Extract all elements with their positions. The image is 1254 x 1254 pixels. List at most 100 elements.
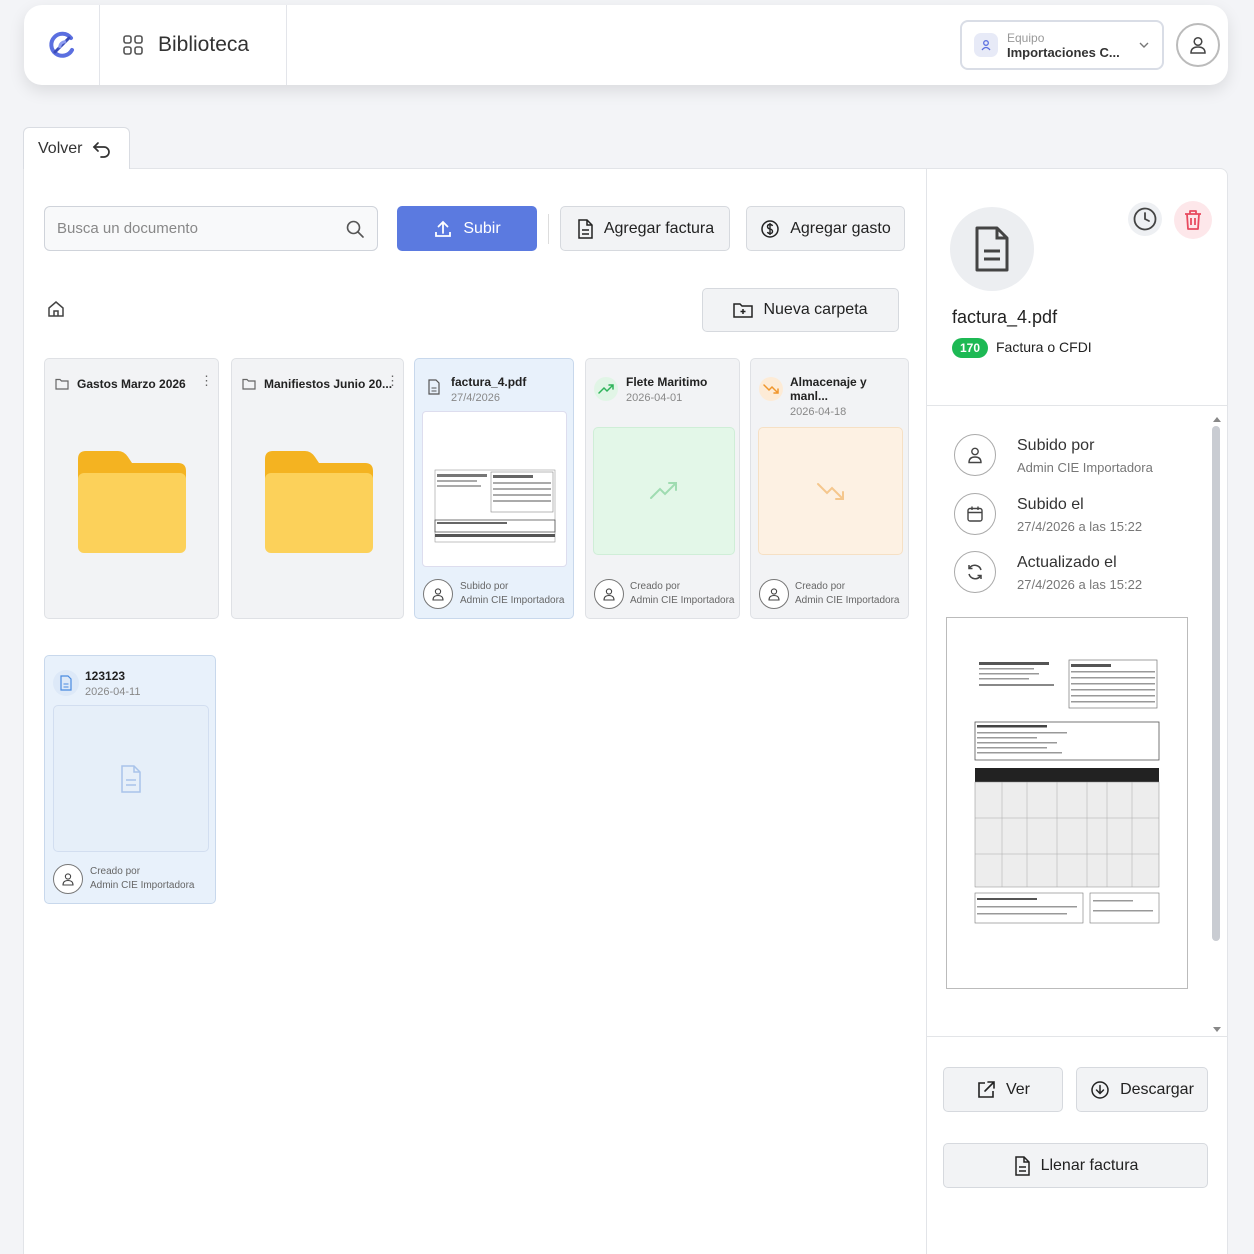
invoice-preview-icon <box>974 658 1160 924</box>
file-icon <box>60 675 72 691</box>
calendar-icon <box>967 506 983 522</box>
invoice-preview-icon <box>434 469 556 543</box>
meta-uploaded-on: Subido el 27/4/2026 a las 15:22 <box>954 493 1142 535</box>
document-name: Flete Maritimo <box>626 375 708 389</box>
user-icon <box>62 873 74 886</box>
trend-down-badge <box>759 377 783 401</box>
document-date: 27/4/2026 <box>451 392 500 404</box>
team-icon <box>974 33 998 57</box>
document-preview[interactable] <box>946 617 1188 989</box>
document-date: 2026-04-11 <box>85 686 141 698</box>
folder-card[interactable]: Manifiestos Junio 20... ⋮ <box>231 358 404 619</box>
document-card[interactable]: Flete Maritimo 2026-04-01 Creado por Adm… <box>585 358 740 619</box>
meta-label: Subido por <box>1017 437 1095 454</box>
search-input[interactable]: Busca un documento <box>44 206 378 251</box>
delete-button[interactable] <box>1174 201 1212 239</box>
add-expense-label: Agregar gasto <box>790 219 891 237</box>
uploaded-by-label: Subido por <box>460 581 509 592</box>
upload-button[interactable]: Subir <box>397 206 537 251</box>
more-options-icon[interactable]: ⋮ <box>200 373 213 389</box>
fill-invoice-label: Llenar factura <box>1040 1156 1139 1174</box>
meta-updated-on: Actualizado el 27/4/2026 a las 15:22 <box>954 551 1142 593</box>
status-badge: 170 <box>952 338 989 358</box>
created-by-name: Admin CIE Importadora <box>795 595 900 606</box>
page-title: Biblioteca <box>158 33 250 56</box>
file-icon <box>428 379 440 395</box>
back-label: Volver <box>38 139 83 157</box>
user-icon <box>432 588 444 601</box>
fill-invoice-button[interactable]: Llenar factura <box>943 1143 1208 1188</box>
team-label: Equipo <box>1007 30 1045 45</box>
created-by-label: Creado por <box>795 581 846 592</box>
document-icon <box>1014 1155 1030 1176</box>
trend-up-icon <box>598 384 614 394</box>
uploaded-by-name: Admin CIE Importadora <box>460 595 565 606</box>
created-by-name: Admin CIE Importadora <box>630 595 735 606</box>
document-name: Almacenaje y manl... <box>790 375 867 403</box>
created-by-label: Creado por <box>630 581 681 592</box>
folder-icon <box>55 378 69 390</box>
document-type-avatar <box>950 207 1034 291</box>
external-link-icon <box>978 1080 995 1098</box>
back-button[interactable]: Volver <box>23 127 130 169</box>
new-folder-label: Nueva carpeta <box>763 301 868 318</box>
app-header: Biblioteca Equipo Importaciones C... <box>24 5 1228 85</box>
undo-arrow-icon <box>93 141 111 158</box>
home-icon <box>48 301 64 317</box>
created-by-label: Creado por <box>90 866 141 877</box>
meta-value: 27/4/2026 a las 15:22 <box>1017 519 1143 534</box>
home-breadcrumb[interactable] <box>47 300 65 323</box>
dollar-icon <box>761 219 779 238</box>
file-badge <box>53 670 79 696</box>
meta-value: Admin CIE Importadora <box>1017 460 1153 475</box>
meta-value: 27/4/2026 a las 15:22 <box>1017 577 1143 592</box>
clock-icon <box>1133 207 1157 231</box>
page-title-area: Biblioteca <box>100 5 287 85</box>
folder-icon <box>242 378 256 390</box>
user-icon-badge <box>954 434 996 476</box>
meta-uploaded-by: Subido por Admin CIE Importadora <box>954 434 1153 476</box>
trend-down-icon <box>816 483 844 500</box>
user-icon <box>603 588 615 601</box>
document-date: 2026-04-01 <box>626 392 683 404</box>
folder-illustration-icon <box>265 451 373 553</box>
trend-down-icon <box>763 384 779 394</box>
team-selector[interactable]: Equipo Importaciones C... <box>960 20 1164 70</box>
refresh-icon <box>968 564 982 580</box>
folder-card[interactable]: Gastos Marzo 2026 ⋮ <box>44 358 219 619</box>
add-expense-button[interactable]: Agregar gasto <box>746 206 905 251</box>
divider <box>926 405 1228 406</box>
detail-file-name: factura_4.pdf <box>952 307 1058 327</box>
refresh-icon-badge <box>954 551 996 593</box>
folder-illustration-icon <box>78 451 186 553</box>
trend-up-badge <box>594 377 618 401</box>
document-icon <box>578 218 593 239</box>
download-button[interactable]: Descargar <box>1076 1067 1208 1112</box>
add-invoice-button[interactable]: Agregar factura <box>560 206 730 251</box>
new-folder-button[interactable]: Nueva carpeta <box>702 288 899 332</box>
trend-up-icon <box>650 482 677 499</box>
folder-name: Manifiestos Junio 20... <box>264 377 393 391</box>
avatar <box>594 579 624 609</box>
upload-label: Subir <box>463 219 501 237</box>
document-card[interactable]: 123123 2026-04-11 Creado por Admin CIE I… <box>44 655 216 904</box>
view-button[interactable]: Ver <box>943 1067 1063 1112</box>
document-card-selected[interactable]: factura_4.pdf 27/4/2026 Subido por Admin… <box>414 358 574 619</box>
scrollbar-thumb[interactable] <box>1212 426 1220 941</box>
file-placeholder-icon <box>121 764 141 793</box>
document-thumbnail <box>422 411 567 567</box>
document-name: factura_4.pdf <box>451 375 527 389</box>
search-placeholder: Busca un documento <box>57 220 198 237</box>
document-name: 123123 <box>85 669 126 683</box>
profile-button[interactable] <box>1176 23 1220 67</box>
user-icon <box>768 588 780 601</box>
document-card[interactable]: Almacenaje y manl... 2026-04-18 Creado p… <box>750 358 909 619</box>
document-thumbnail <box>53 705 209 852</box>
toolbar-divider <box>548 214 549 244</box>
history-button[interactable] <box>1128 202 1162 236</box>
more-options-icon[interactable]: ⋮ <box>386 373 399 389</box>
app-logo[interactable] <box>24 5 100 85</box>
user-icon <box>1190 36 1206 54</box>
chevron-down-icon <box>1139 42 1149 48</box>
upload-icon <box>435 220 452 237</box>
